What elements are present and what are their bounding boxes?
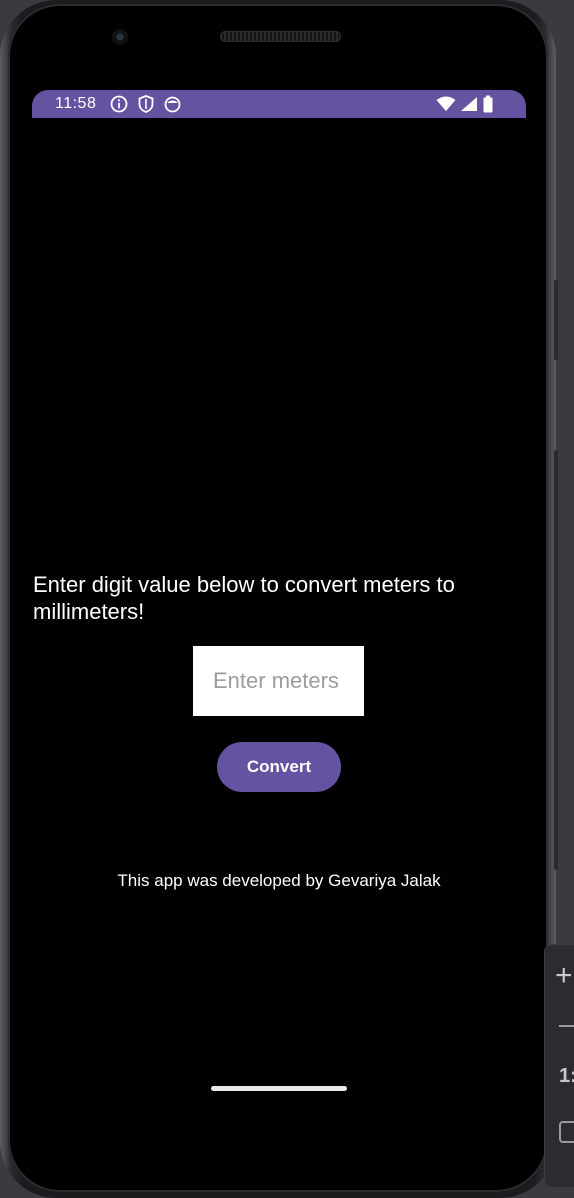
status-system-icons: [436, 95, 494, 113]
camera-lens-icon: [112, 29, 128, 45]
convert-button[interactable]: Convert: [217, 742, 341, 792]
status-time: 11:58: [55, 95, 97, 112]
shield-icon: [138, 95, 154, 113]
volume-rocker: [554, 450, 558, 870]
status-notification-icons: [110, 95, 181, 113]
fit-screen-icon[interactable]: [559, 1121, 574, 1143]
instruction-text: Enter digit value below to convert meter…: [33, 572, 455, 624]
developer-credit: This app was developed by Gevariya Jalak: [117, 871, 441, 890]
face-icon: [164, 96, 181, 112]
wifi-icon: [436, 96, 456, 111]
actual-size-button[interactable]: 1:: [559, 1065, 574, 1088]
power-button: [554, 280, 558, 360]
status-bar: 11:58: [32, 90, 526, 118]
earpiece-speaker: [220, 31, 341, 42]
emulator-toolbar: + 1:: [544, 944, 574, 1188]
meters-input[interactable]: [193, 646, 364, 716]
signal-icon: [461, 97, 477, 111]
home-indicator[interactable]: [211, 1086, 347, 1091]
battery-icon: [483, 95, 493, 113]
zoom-in-icon[interactable]: +: [555, 961, 573, 991]
info-icon: [110, 95, 128, 113]
zoom-out-icon[interactable]: [559, 1025, 574, 1027]
